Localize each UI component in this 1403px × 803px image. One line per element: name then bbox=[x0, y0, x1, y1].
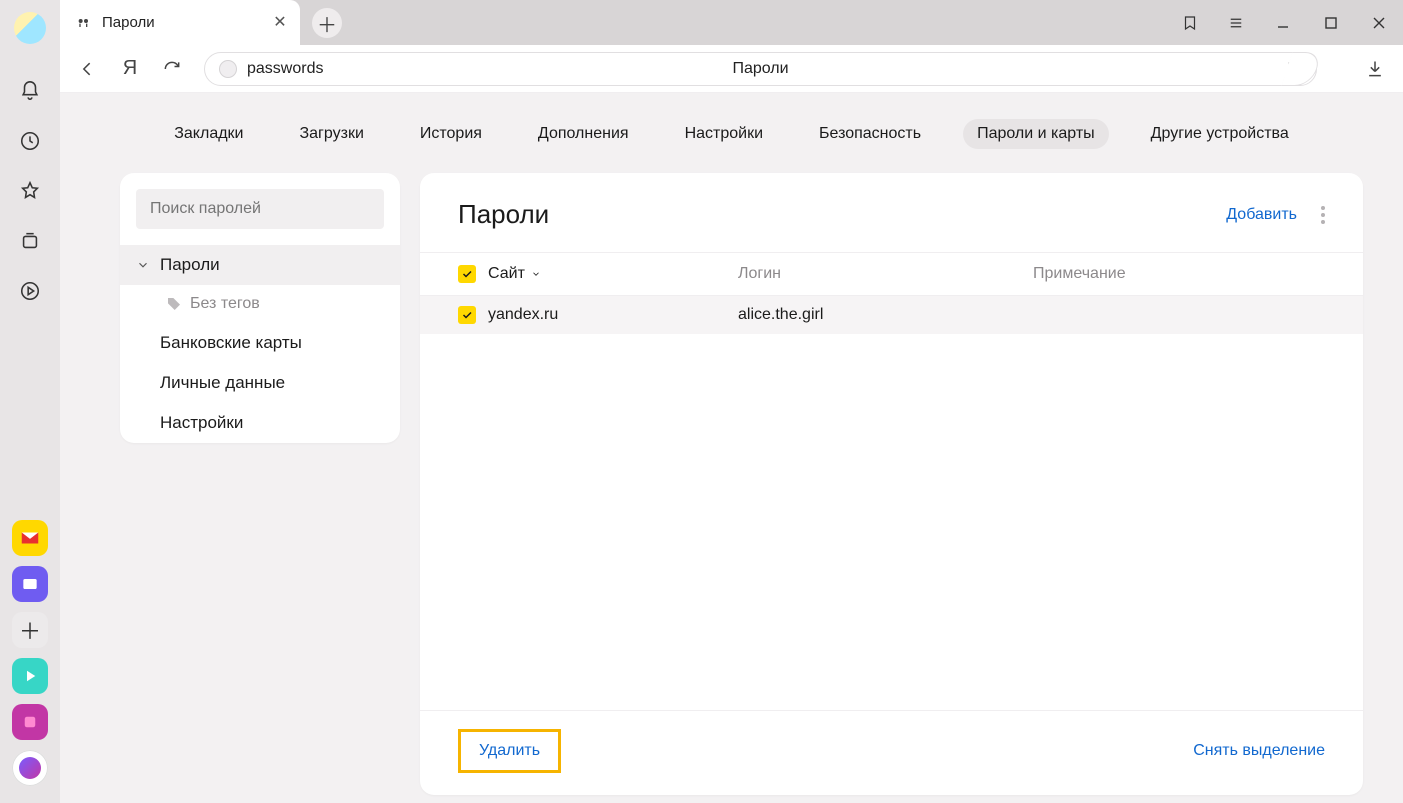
tab-title: Пароли bbox=[102, 14, 155, 31]
tab-close-icon[interactable]: ✕ bbox=[272, 15, 288, 31]
settings-page: Закладки Загрузки История Дополнения Нас… bbox=[60, 93, 1403, 803]
more-menu-icon[interactable] bbox=[1321, 203, 1325, 227]
settings-top-nav: Закладки Загрузки История Дополнения Нас… bbox=[60, 93, 1403, 173]
row-checkbox[interactable] bbox=[458, 306, 476, 324]
nav-history[interactable]: История bbox=[406, 119, 496, 149]
passwords-panel: Пароли Добавить bbox=[420, 173, 1363, 795]
window-minimize-icon[interactable] bbox=[1259, 0, 1307, 45]
collections-icon[interactable] bbox=[19, 230, 41, 252]
app-services-icon[interactable] bbox=[12, 704, 48, 740]
browser-toolbar: Я Пароли bbox=[60, 45, 1403, 93]
back-icon[interactable] bbox=[78, 59, 98, 79]
nav-bookmarks[interactable]: Закладки bbox=[160, 119, 257, 149]
select-all-checkbox[interactable] bbox=[458, 265, 476, 283]
new-tab-button[interactable]: ＋ bbox=[312, 8, 342, 38]
reload-icon[interactable] bbox=[162, 59, 182, 79]
nav-other-devices[interactable]: Другие устройства bbox=[1137, 119, 1303, 149]
category-settings-label: Настройки bbox=[160, 413, 243, 433]
category-settings[interactable]: Настройки bbox=[120, 403, 400, 443]
add-password-button[interactable]: Добавить bbox=[1226, 206, 1297, 224]
password-row[interactable]: yandex.ru alice.the.girl bbox=[420, 296, 1363, 334]
tab-favicon-passwords-icon bbox=[76, 15, 92, 31]
window-maximize-icon[interactable] bbox=[1307, 0, 1355, 45]
app-mail-icon[interactable] bbox=[12, 520, 48, 556]
star-icon[interactable] bbox=[19, 180, 41, 202]
tag-icon bbox=[166, 296, 182, 312]
address-input[interactable] bbox=[247, 60, 527, 78]
reading-list-icon[interactable] bbox=[1167, 0, 1213, 45]
row-login: alice.the.girl bbox=[738, 306, 1033, 324]
window-close-icon[interactable] bbox=[1355, 0, 1403, 45]
address-title: Пароли bbox=[732, 60, 788, 78]
play-circle-icon[interactable] bbox=[19, 280, 41, 302]
subcategory-no-tags[interactable]: Без тегов bbox=[120, 285, 400, 323]
history-icon[interactable] bbox=[19, 130, 41, 152]
column-header-site[interactable]: Сайт bbox=[488, 265, 738, 283]
delete-button[interactable]: Удалить bbox=[458, 729, 561, 773]
site-identity-icon[interactable] bbox=[219, 60, 237, 78]
passwords-title: Пароли bbox=[458, 199, 549, 230]
app-add-icon[interactable]: ＋ bbox=[12, 612, 48, 648]
nav-settings[interactable]: Настройки bbox=[671, 119, 777, 149]
category-personal-data-label: Личные данные bbox=[160, 373, 285, 393]
sort-caret-icon bbox=[531, 269, 541, 279]
downloads-icon[interactable] bbox=[1365, 59, 1385, 79]
nav-extensions[interactable]: Дополнения bbox=[524, 119, 643, 149]
category-passwords[interactable]: Пароли bbox=[120, 245, 400, 285]
clear-selection-button[interactable]: Снять выделение bbox=[1193, 742, 1325, 760]
categories-panel: Пароли Без тегов Банковские карты bbox=[120, 173, 400, 795]
column-header-note[interactable]: Примечание bbox=[1033, 265, 1325, 283]
category-bank-cards-label: Банковские карты bbox=[160, 333, 302, 353]
address-bar[interactable]: Пароли bbox=[204, 52, 1317, 86]
menu-icon[interactable] bbox=[1213, 0, 1259, 45]
category-passwords-label: Пароли bbox=[160, 255, 220, 275]
avatar[interactable] bbox=[14, 12, 46, 44]
chevron-down-icon bbox=[136, 258, 150, 272]
left-vertical-bar: ＋ bbox=[0, 0, 60, 803]
nav-passwords-and-cards[interactable]: Пароли и карты bbox=[963, 119, 1109, 149]
row-site: yandex.ru bbox=[488, 306, 738, 324]
category-bank-cards[interactable]: Банковские карты bbox=[120, 323, 400, 363]
app-alice-icon[interactable] bbox=[12, 750, 48, 786]
nav-downloads[interactable]: Загрузки bbox=[285, 119, 377, 149]
tab-strip: Пароли ✕ ＋ bbox=[60, 0, 1403, 45]
app-music-icon[interactable] bbox=[12, 658, 48, 694]
column-header-login[interactable]: Логин bbox=[738, 265, 1033, 283]
yandex-home-icon[interactable]: Я bbox=[120, 59, 140, 79]
subcategory-no-tags-label: Без тегов bbox=[190, 295, 260, 313]
bell-icon[interactable] bbox=[19, 80, 41, 102]
password-search-input[interactable] bbox=[136, 189, 384, 229]
passwords-table-header: Сайт Логин Примечание bbox=[420, 252, 1363, 296]
browser-tab[interactable]: Пароли ✕ bbox=[60, 0, 300, 45]
app-kinopoisk-icon[interactable] bbox=[12, 566, 48, 602]
category-personal-data[interactable]: Личные данные bbox=[120, 363, 400, 403]
nav-security[interactable]: Безопасность bbox=[805, 119, 935, 149]
